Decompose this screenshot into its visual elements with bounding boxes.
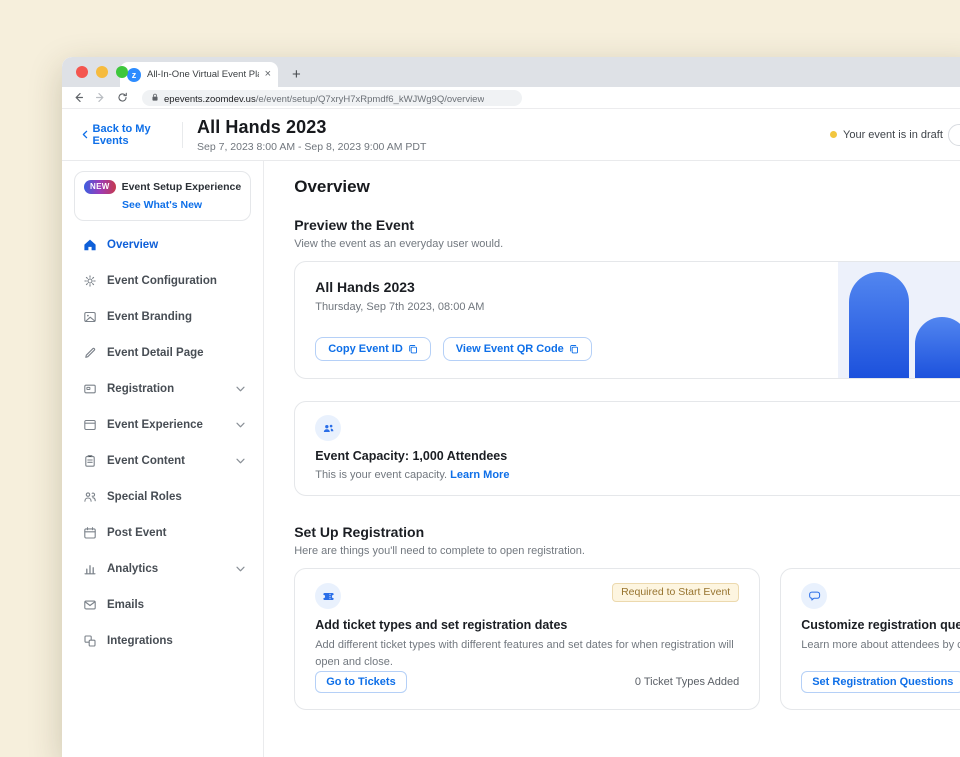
- preview-heading: Preview the Event: [294, 217, 960, 233]
- copy-event-id-button[interactable]: Copy Event ID: [315, 337, 431, 361]
- url-domain: epevents.zoomdev.us: [164, 94, 256, 105]
- capacity-description: This is your event capacity. Learn More: [315, 469, 960, 481]
- event-cover-image: [838, 262, 960, 378]
- event-title-block: All Hands 2023 Sep 7, 2023 8:00 AM - Sep…: [197, 117, 426, 153]
- back-link-label: Back to My Events: [93, 123, 182, 147]
- mail-icon: [83, 598, 97, 612]
- back-chevron-icon: [82, 130, 88, 139]
- capacity-title: Event Capacity: 1,000 Attendees: [315, 449, 960, 463]
- browser-tab[interactable]: z All-In-One Virtual Event Platfo ×: [120, 62, 278, 87]
- back-icon[interactable]: [72, 91, 85, 104]
- sidebar-item-analytics[interactable]: Analytics: [74, 551, 251, 587]
- draft-status-text: Your event is in draft: [843, 129, 943, 141]
- browser-tab-bar: z All-In-One Virtual Event Platfo × +: [62, 57, 960, 87]
- close-window-button[interactable]: [76, 66, 88, 78]
- window-controls[interactable]: [76, 66, 128, 78]
- event-preview-card: All Hands 2023 Thursday, Sep 7th 2023, 0…: [294, 261, 960, 379]
- page-title: Overview: [294, 177, 960, 197]
- url-path: /e/event/setup/Q7xryH7xRpmdf6_kWJWg9Q/ov…: [256, 94, 485, 105]
- image-icon: [83, 310, 97, 324]
- sidebar-item-special-roles[interactable]: Special Roles: [74, 479, 251, 515]
- chevron-down-icon: [236, 566, 245, 572]
- header-action-button-partial[interactable]: [948, 124, 960, 146]
- copy-icon: [408, 344, 418, 354]
- bar-chart-icon: [83, 562, 97, 576]
- tab-title: All-In-One Virtual Event Platfo: [147, 69, 259, 80]
- preview-section: Preview the Event View the event as an e…: [294, 217, 960, 379]
- zoom-events-page: Back to My Events All Hands 2023 Sep 7, …: [62, 109, 960, 757]
- ticket-types-count: 0 Ticket Types Added: [635, 676, 739, 688]
- event-header: Back to My Events All Hands 2023 Sep 7, …: [62, 109, 960, 161]
- calendar-icon: [83, 526, 97, 540]
- event-capacity-card: Event Capacity: 1,000 Attendees This is …: [294, 401, 960, 496]
- sidebar-nav: Overview Event Configuration Event Brand…: [74, 227, 251, 659]
- set-registration-questions-button[interactable]: Set Registration Questions: [801, 671, 960, 693]
- ticket-types-card: Required to Start Event Add ticket types…: [294, 568, 760, 710]
- browser-window: z All-In-One Virtual Event Platfo × + ep…: [62, 57, 960, 757]
- registration-heading: Set Up Registration: [294, 524, 960, 540]
- registration-questions-card: Customize registration questions Learn m…: [780, 568, 960, 710]
- url-text: epevents.zoomdev.us/e/event/setup/Q7xryH…: [164, 89, 484, 107]
- setup-sidebar: NEW Event Setup Experience See What's Ne…: [62, 161, 264, 757]
- maximize-window-button[interactable]: [116, 66, 128, 78]
- gear-icon: [83, 274, 97, 288]
- reload-icon[interactable]: [116, 91, 129, 104]
- view-event-qr-code-button[interactable]: View Event QR Code: [443, 337, 592, 361]
- people-icon: [83, 490, 97, 504]
- clipboard-icon: [83, 454, 97, 468]
- sidebar-item-registration[interactable]: Registration: [74, 371, 251, 407]
- event-title: All Hands 2023: [197, 117, 426, 138]
- sidebar-item-emails[interactable]: Emails: [74, 587, 251, 623]
- sidebar-item-event-branding[interactable]: Event Branding: [74, 299, 251, 335]
- address-bar[interactable]: epevents.zoomdev.us/e/event/setup/Q7xryH…: [142, 90, 522, 106]
- see-whats-new-link[interactable]: See What's New: [122, 199, 241, 211]
- new-badge: NEW: [84, 180, 116, 194]
- home-icon: [83, 238, 97, 252]
- sidebar-item-integrations[interactable]: Integrations: [74, 623, 251, 659]
- layout-icon: [83, 418, 97, 432]
- required-badge: Required to Start Event: [612, 583, 739, 602]
- event-dates: Sep 7, 2023 8:00 AM - Sep 8, 2023 9:00 A…: [197, 141, 426, 153]
- chat-icon: [801, 583, 827, 609]
- back-to-my-events-link[interactable]: Back to My Events: [82, 123, 182, 147]
- integrations-icon: [83, 634, 97, 648]
- chevron-down-icon: [236, 458, 245, 464]
- preview-subheading: View the event as an everyday user would…: [294, 238, 960, 250]
- new-tab-button[interactable]: +: [292, 66, 301, 87]
- registration-card-icon: [83, 382, 97, 396]
- sidebar-item-event-content[interactable]: Event Content: [74, 443, 251, 479]
- copy-icon: [569, 344, 579, 354]
- zoom-favicon: z: [127, 68, 141, 82]
- questions-card-description: Learn more about attendees by creating c…: [801, 637, 960, 654]
- go-to-tickets-button[interactable]: Go to Tickets: [315, 671, 406, 693]
- learn-more-link[interactable]: Learn More: [450, 469, 509, 481]
- sidebar-item-event-detail-page[interactable]: Event Detail Page: [74, 335, 251, 371]
- chevron-down-icon: [236, 422, 245, 428]
- ticket-card-title: Add ticket types and set registration da…: [315, 618, 739, 632]
- lock-icon: [151, 93, 159, 102]
- sidebar-item-event-experience[interactable]: Event Experience: [74, 407, 251, 443]
- browser-toolbar: epevents.zoomdev.us/e/event/setup/Q7xryH…: [62, 87, 960, 109]
- header-divider: [182, 122, 183, 148]
- ticket-icon: [315, 583, 341, 609]
- registration-section: Set Up Registration Here are things you'…: [294, 524, 960, 710]
- chevron-down-icon: [236, 386, 245, 392]
- draft-status-dot: [830, 131, 837, 138]
- promo-title: Event Setup Experience: [122, 181, 242, 193]
- close-tab-icon[interactable]: ×: [265, 69, 271, 80]
- setup-experience-promo: NEW Event Setup Experience See What's Ne…: [74, 171, 251, 221]
- registration-subheading: Here are things you'll need to complete …: [294, 545, 960, 557]
- draft-status: Your event is in draft: [830, 109, 943, 160]
- attendees-icon: [315, 415, 341, 441]
- pencil-icon: [83, 346, 97, 360]
- forward-icon[interactable]: [94, 91, 107, 104]
- sidebar-item-event-configuration[interactable]: Event Configuration: [74, 263, 251, 299]
- sidebar-item-post-event[interactable]: Post Event: [74, 515, 251, 551]
- sidebar-item-overview[interactable]: Overview: [74, 227, 251, 263]
- ticket-card-description: Add different ticket types with differen…: [315, 637, 739, 670]
- questions-card-title: Customize registration questions: [801, 618, 960, 632]
- minimize-window-button[interactable]: [96, 66, 108, 78]
- overview-main: Overview Preview the Event View the even…: [264, 161, 960, 757]
